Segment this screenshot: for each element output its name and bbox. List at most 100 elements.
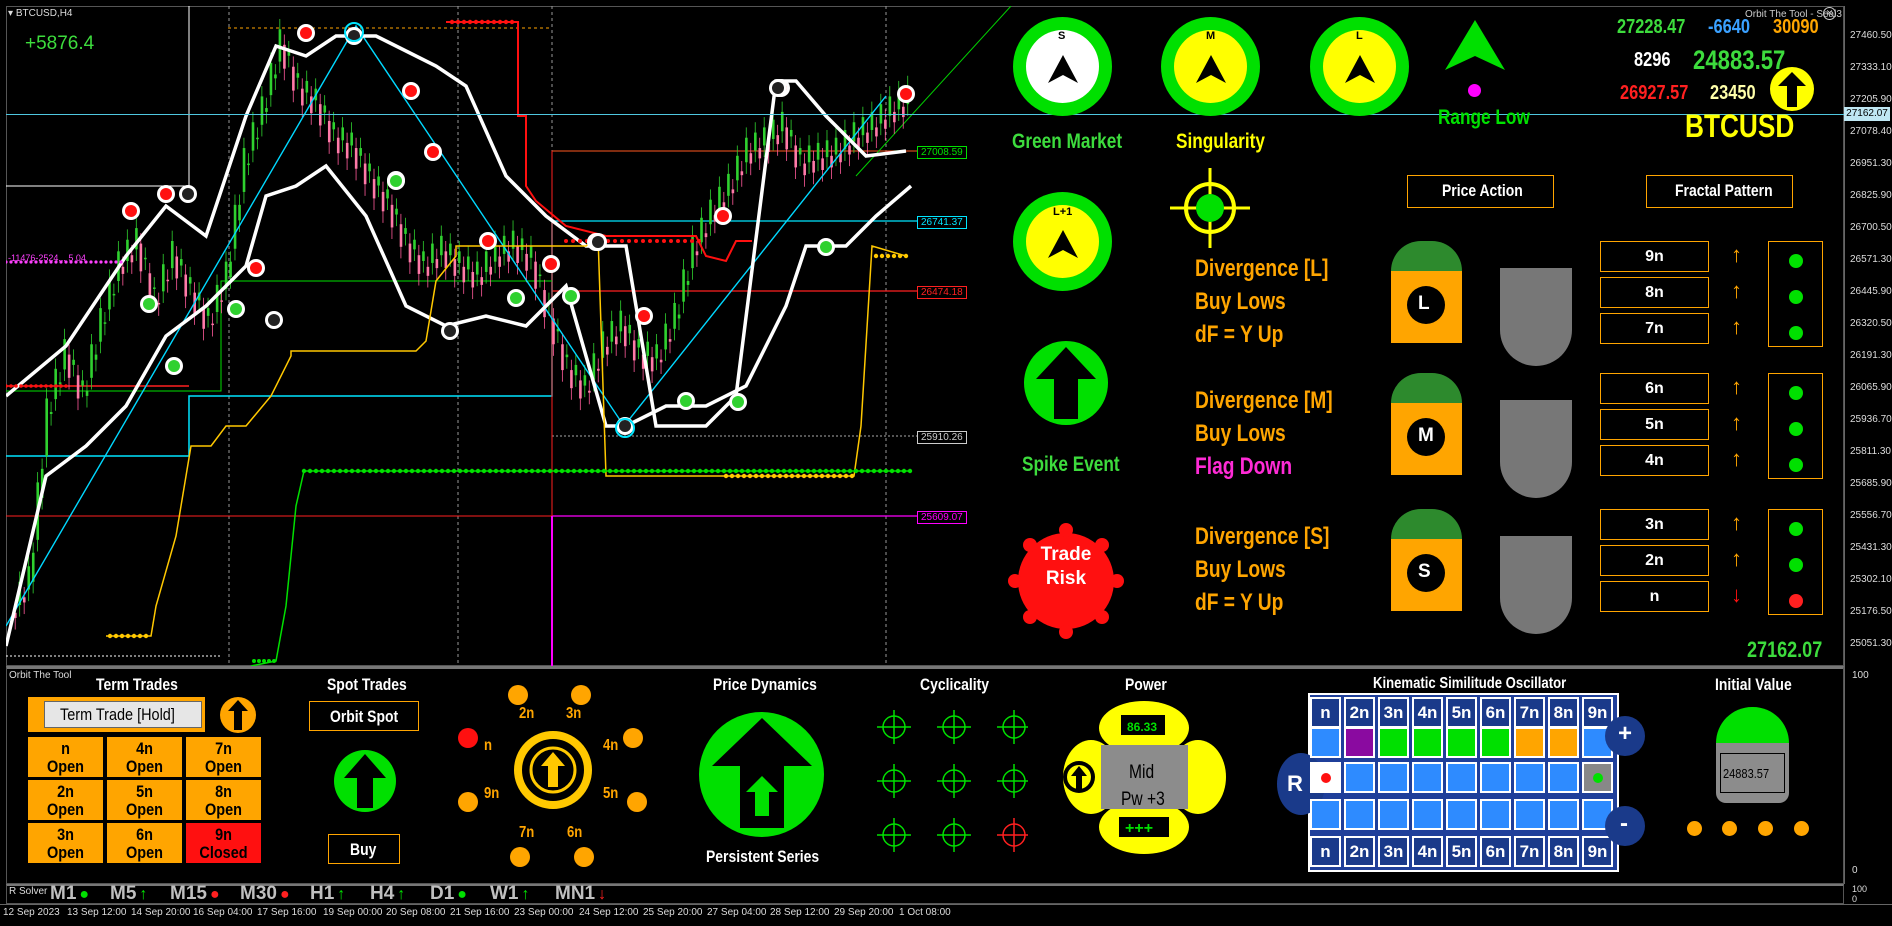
kinematic-footer-cell[interactable]: 9n bbox=[1582, 836, 1613, 867]
kinematic-cell[interactable] bbox=[1548, 762, 1579, 793]
kinematic-cell[interactable] bbox=[1514, 762, 1545, 793]
term-trade-cell[interactable]: 5n Open bbox=[107, 780, 182, 820]
kinematic-signal-cell[interactable] bbox=[1446, 727, 1477, 758]
term-trade-cell[interactable]: 8n Open bbox=[186, 780, 261, 820]
timeframe-indicator[interactable]: MN1 ↓ bbox=[555, 883, 606, 905]
kinematic-cell[interactable] bbox=[1310, 762, 1341, 793]
kinematic-header-cell[interactable]: n bbox=[1310, 697, 1341, 728]
green-stop-dot bbox=[727, 468, 733, 474]
price-tick: 25556.70 bbox=[1850, 510, 1892, 521]
term-trade-cell[interactable]: n Open bbox=[28, 737, 103, 777]
timeframe-indicator[interactable]: D1 ● bbox=[430, 883, 467, 905]
kinematic-footer-cell[interactable]: n bbox=[1310, 836, 1341, 867]
timeframe-indicator[interactable]: M1 ● bbox=[50, 883, 89, 905]
price-axis[interactable] bbox=[1844, 6, 1892, 666]
kinematic-signal-cell[interactable] bbox=[1412, 727, 1443, 758]
fractal-level-box[interactable]: 8n bbox=[1600, 277, 1709, 308]
kinematic-header-cell[interactable]: 2n bbox=[1344, 697, 1375, 728]
fractal-level-box[interactable]: 4n bbox=[1600, 445, 1709, 476]
term-trade-cell[interactable]: 4n Open bbox=[107, 737, 182, 777]
timeframe-indicator[interactable]: H4 ↑ bbox=[370, 883, 405, 905]
kinematic-cell[interactable] bbox=[1412, 762, 1443, 793]
kinematic-cell[interactable] bbox=[1344, 799, 1375, 830]
kinematic-footer-cell[interactable]: 8n bbox=[1548, 836, 1579, 867]
kinematic-signal-cell[interactable] bbox=[1378, 727, 1409, 758]
kinematic-header-cell[interactable]: 6n bbox=[1480, 697, 1511, 728]
candle-body bbox=[22, 597, 26, 603]
yellow-stop-dot bbox=[819, 473, 825, 479]
candle-body bbox=[812, 160, 815, 173]
term-trade-cell[interactable]: 3n Open bbox=[28, 823, 103, 863]
kinematic-cell[interactable] bbox=[1480, 799, 1511, 830]
fractal-level-box[interactable]: 3n bbox=[1600, 509, 1709, 540]
fractal-level-box[interactable]: 6n bbox=[1600, 373, 1709, 404]
yellow-stop-dot bbox=[801, 473, 807, 479]
yellow-stop-dot bbox=[735, 473, 741, 479]
kinematic-signal-cell[interactable] bbox=[1344, 727, 1375, 758]
kinematic-signal-cell[interactable] bbox=[1310, 727, 1341, 758]
term-trade-cell[interactable]: 2n Open bbox=[28, 780, 103, 820]
kinematic-signal-cell[interactable] bbox=[1480, 727, 1511, 758]
kinematic-header-cell[interactable]: 7n bbox=[1514, 697, 1545, 728]
fractal-level-box[interactable]: 2n bbox=[1600, 545, 1709, 576]
kinematic-cell[interactable] bbox=[1446, 799, 1477, 830]
gauge-l1-label: L+1 bbox=[1053, 206, 1073, 218]
timeframe-indicator[interactable]: H1 ↑ bbox=[310, 883, 345, 905]
term-trade-cell[interactable]: 7n Open bbox=[186, 737, 261, 777]
kinematic-footer-cell[interactable]: 5n bbox=[1446, 836, 1477, 867]
kinematic-cell[interactable] bbox=[1412, 799, 1443, 830]
kinematic-header-cell[interactable]: 3n bbox=[1378, 697, 1409, 728]
kinematic-cell[interactable] bbox=[1582, 762, 1613, 793]
candle-body bbox=[301, 88, 304, 106]
candle-body bbox=[359, 148, 362, 156]
timeframe-indicator[interactable]: M15 ● bbox=[170, 883, 220, 905]
close-icon[interactable]: ✕ bbox=[1823, 7, 1836, 20]
kinematic-cell[interactable] bbox=[1310, 799, 1341, 830]
fractal-signal-dot bbox=[1789, 290, 1803, 304]
timeframe-indicator[interactable]: M5 ↑ bbox=[110, 883, 147, 905]
kinematic-header-cell[interactable]: 8n bbox=[1548, 697, 1579, 728]
timeframe-signal-icon: ↓ bbox=[598, 886, 607, 903]
kinematic-cell[interactable] bbox=[1480, 762, 1511, 793]
fractal-level-box[interactable]: 9n bbox=[1600, 241, 1709, 272]
kinematic-footer-cell[interactable]: 4n bbox=[1412, 836, 1443, 867]
kinematic-cell[interactable] bbox=[1446, 762, 1477, 793]
green-stop-dot bbox=[619, 468, 625, 474]
kinematic-footer-cell[interactable]: 2n bbox=[1344, 836, 1375, 867]
candle-body bbox=[682, 269, 685, 302]
orbit-spot-label: Orbit Spot bbox=[330, 707, 399, 726]
kinematic-header-cell[interactable]: 4n bbox=[1412, 697, 1443, 728]
time-tick: 27 Sep 04:00 bbox=[707, 907, 767, 918]
kinematic-header-cell[interactable]: 5n bbox=[1446, 697, 1477, 728]
green-stop-dot bbox=[865, 468, 871, 474]
candle-body bbox=[354, 148, 358, 169]
kinematic-cell[interactable] bbox=[1548, 799, 1579, 830]
timeframe-indicator[interactable]: M30 ● bbox=[240, 883, 290, 905]
kinematic-cell[interactable] bbox=[1514, 799, 1545, 830]
candle-body bbox=[655, 344, 658, 359]
kinematic-signal-cell[interactable] bbox=[1514, 727, 1545, 758]
kinematic-cell[interactable] bbox=[1378, 799, 1409, 830]
red-stop-dot bbox=[578, 239, 582, 243]
candle-body bbox=[211, 323, 214, 326]
kinematic-footer-cell[interactable]: 3n bbox=[1378, 836, 1409, 867]
term-trade-cell[interactable]: 9n Closed bbox=[186, 823, 261, 863]
kinematic-footer-cell[interactable]: 7n bbox=[1514, 836, 1545, 867]
green-stop-dot bbox=[577, 468, 583, 474]
fractal-level-box[interactable]: 7n bbox=[1600, 313, 1709, 344]
kinematic-signal-cell[interactable] bbox=[1548, 727, 1579, 758]
kinematic-cell[interactable] bbox=[1344, 762, 1375, 793]
fractal-direction-arrow-icon: ↑ bbox=[1731, 374, 1742, 399]
red-stop-dot bbox=[14, 384, 18, 388]
time-tick: 21 Sep 16:00 bbox=[450, 907, 510, 918]
cycle-dial[interactable] bbox=[455, 680, 655, 870]
term-trade-cell[interactable]: 6n Open bbox=[107, 823, 182, 863]
divergence-badge-label: M bbox=[1418, 425, 1434, 446]
green-market-label: Green Market bbox=[1012, 130, 1123, 153]
fractal-direction-arrow-icon: ↑ bbox=[1731, 446, 1742, 471]
timeframe-indicator[interactable]: W1 ↑ bbox=[490, 883, 530, 905]
fractal-level-box[interactable]: 5n bbox=[1600, 409, 1709, 440]
kinematic-footer-cell[interactable]: 6n bbox=[1480, 836, 1511, 867]
fractal-level-box[interactable]: n bbox=[1600, 581, 1709, 612]
kinematic-cell[interactable] bbox=[1378, 762, 1409, 793]
